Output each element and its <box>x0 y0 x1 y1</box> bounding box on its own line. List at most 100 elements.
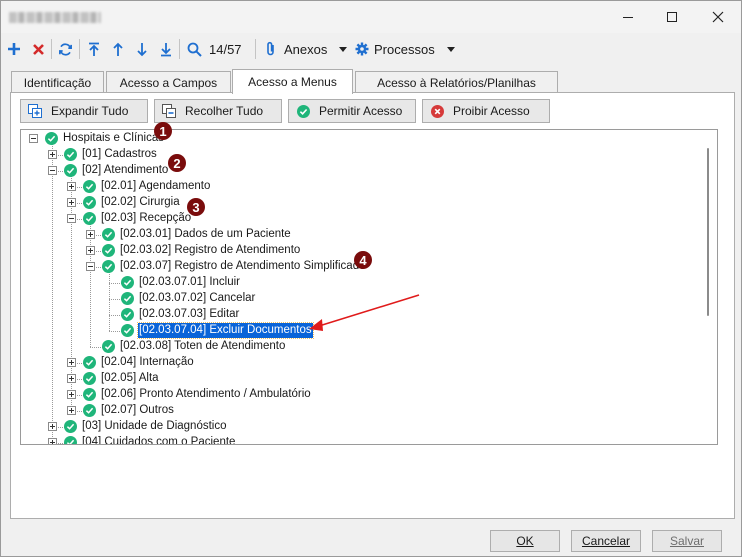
expand-plus-icon[interactable] <box>67 390 76 399</box>
annotation-badge-2: 2 <box>168 154 186 172</box>
tree-item[interactable]: [01] Cadastros <box>21 147 701 163</box>
last-record-button[interactable] <box>155 37 177 61</box>
cancel-button[interactable]: Cancelar <box>571 530 641 552</box>
tree-item[interactable]: [02.03] Recepção <box>21 211 701 227</box>
tree-item-label: [02.03.07.04] Excluir Documentos <box>137 322 314 339</box>
maximize-button[interactable] <box>649 1 695 33</box>
search-button[interactable] <box>183 37 205 61</box>
tree-item[interactable]: [02.03.08] Toten de Atendimento <box>21 339 701 355</box>
next-record-button[interactable] <box>131 37 153 61</box>
annotation-badge-4: 4 <box>354 251 372 269</box>
tree-item[interactable]: [02.03.01] Dados de um Paciente <box>21 227 701 243</box>
tab-acesso-menus[interactable]: Acesso a Menus <box>232 69 353 94</box>
anexos-menu[interactable]: Anexos <box>265 37 348 61</box>
tree-item[interactable]: [02.02] Cirurgia <box>21 195 701 211</box>
allow-access-button[interactable]: Permitir Acesso <box>288 99 416 123</box>
tree-item[interactable]: [02.07] Outros <box>21 403 701 419</box>
annotation-badge-3: 3 <box>187 198 205 216</box>
expand-plus-icon[interactable] <box>67 374 76 383</box>
tree-item[interactable]: [02.03.07.01] Incluir <box>21 275 701 291</box>
access-allowed-check-icon[interactable] <box>102 260 115 273</box>
expand-plus-icon[interactable] <box>67 182 76 191</box>
expand-plus-icon[interactable] <box>48 438 57 444</box>
access-allowed-check-icon[interactable] <box>64 164 77 177</box>
tree-item-label: [02.01] Agendamento <box>101 180 211 192</box>
access-allowed-check-icon[interactable] <box>121 292 134 305</box>
menu-tree[interactable]: Hospitais e Clínicas [01] Cadastros [02] A… <box>20 129 718 445</box>
access-allowed-check-icon[interactable] <box>83 404 96 417</box>
save-button[interactable]: Salvar <box>652 530 722 552</box>
collapse-all-button[interactable]: Recolher Tudo <box>154 99 282 123</box>
processos-menu[interactable]: Processos <box>355 37 455 61</box>
expand-plus-icon[interactable] <box>48 150 57 159</box>
tree-item[interactable]: [02.03.07.03] Editar <box>21 307 701 323</box>
previous-record-button[interactable] <box>107 37 129 61</box>
minimize-button[interactable] <box>605 1 651 33</box>
ok-label: OK <box>516 534 534 548</box>
access-allowed-check-icon[interactable] <box>121 276 134 289</box>
access-allowed-check-icon[interactable] <box>83 196 96 209</box>
delete-button[interactable] <box>27 37 49 61</box>
collapse-minus-icon[interactable] <box>29 134 38 143</box>
tree-item[interactable]: [02.01] Agendamento <box>21 179 701 195</box>
access-allowed-check-icon[interactable] <box>83 356 96 369</box>
access-allowed-check-icon[interactable] <box>83 388 96 401</box>
chevron-down-icon <box>446 46 455 52</box>
collapse-all-label: Recolher Tudo <box>185 104 264 118</box>
expand-plus-icon[interactable] <box>86 230 95 239</box>
access-allowed-check-icon[interactable] <box>64 148 77 161</box>
deny-access-button[interactable]: Proibir Acesso <box>422 99 550 123</box>
expand-all-button[interactable]: Expandir Tudo <box>20 99 148 123</box>
tab-acesso-campos[interactable]: Acesso a Campos <box>106 71 231 93</box>
plus-icon <box>8 43 20 55</box>
access-allowed-check-icon[interactable] <box>64 420 77 433</box>
access-allowed-check-icon[interactable] <box>102 340 115 353</box>
first-record-button[interactable] <box>83 37 105 61</box>
tree-item[interactable]: [02.03.07.04] Excluir Documentos <box>21 322 701 339</box>
access-allowed-check-icon[interactable] <box>121 308 134 321</box>
tree-item[interactable]: [04] Cuidados com o Paciente <box>21 435 701 444</box>
cancel-label: Cancelar <box>581 534 631 548</box>
expand-plus-icon[interactable] <box>67 198 76 207</box>
access-allowed-check-icon[interactable] <box>102 244 115 257</box>
close-button[interactable] <box>695 1 741 33</box>
tree-item[interactable]: [02.06] Pronto Atendimento / Ambulatório <box>21 387 701 403</box>
refresh-button[interactable] <box>54 37 76 61</box>
access-allowed-check-icon[interactable] <box>64 436 77 444</box>
tab-label: Identificação <box>23 75 92 90</box>
tree-item[interactable]: Hospitais e Clínicas <box>21 131 701 147</box>
vertical-scrollbar[interactable] <box>700 130 717 444</box>
ok-button[interactable]: OK <box>490 530 560 552</box>
add-button[interactable] <box>3 37 25 61</box>
window-title-blurred <box>9 12 101 23</box>
expand-plus-icon[interactable] <box>67 358 76 367</box>
expand-plus-icon[interactable] <box>48 422 57 431</box>
access-allowed-check-icon[interactable] <box>83 212 96 225</box>
access-allowed-check-icon[interactable] <box>45 132 58 145</box>
tab-identificacao[interactable]: Identificação <box>11 71 104 93</box>
expand-plus-icon[interactable] <box>86 246 95 255</box>
tree-item[interactable]: [02.04] Internação <box>21 355 701 371</box>
tree-item[interactable]: [03] Unidade de Diagnóstico <box>21 419 701 435</box>
tree-item[interactable]: [02] Atendimento <box>21 163 701 179</box>
tab-acesso-relatorios[interactable]: Acesso à Relatórios/Planilhas <box>355 71 558 93</box>
tree-item-label: [02.07] Outros <box>101 404 174 416</box>
access-allowed-check-icon[interactable] <box>83 180 96 193</box>
deny-x-icon <box>430 104 444 118</box>
scrollbar-thumb[interactable] <box>707 148 709 316</box>
collapse-minus-icon[interactable] <box>48 166 57 175</box>
dialog-window: 14/57 Anexos Processos Identificação Ace… <box>0 0 742 557</box>
expand-plus-icon[interactable] <box>67 406 76 415</box>
tree-item[interactable]: [02.05] Alta <box>21 371 701 387</box>
tree-item-label: [02.03.07.02] Cancelar <box>139 292 256 304</box>
collapse-minus-icon[interactable] <box>67 214 76 223</box>
toolbar-separator <box>79 39 80 59</box>
access-allowed-check-icon[interactable] <box>102 228 115 241</box>
tree-item-label: [02] Atendimento <box>82 164 169 176</box>
access-allowed-check-icon[interactable] <box>121 324 134 337</box>
collapse-minus-icon[interactable] <box>86 262 95 271</box>
tree-item-label: [02.03.07.03] Editar <box>139 308 240 320</box>
tree-item[interactable]: [02.03.07.02] Cancelar <box>21 291 701 307</box>
delete-x-icon <box>32 43 44 55</box>
access-allowed-check-icon[interactable] <box>83 372 96 385</box>
